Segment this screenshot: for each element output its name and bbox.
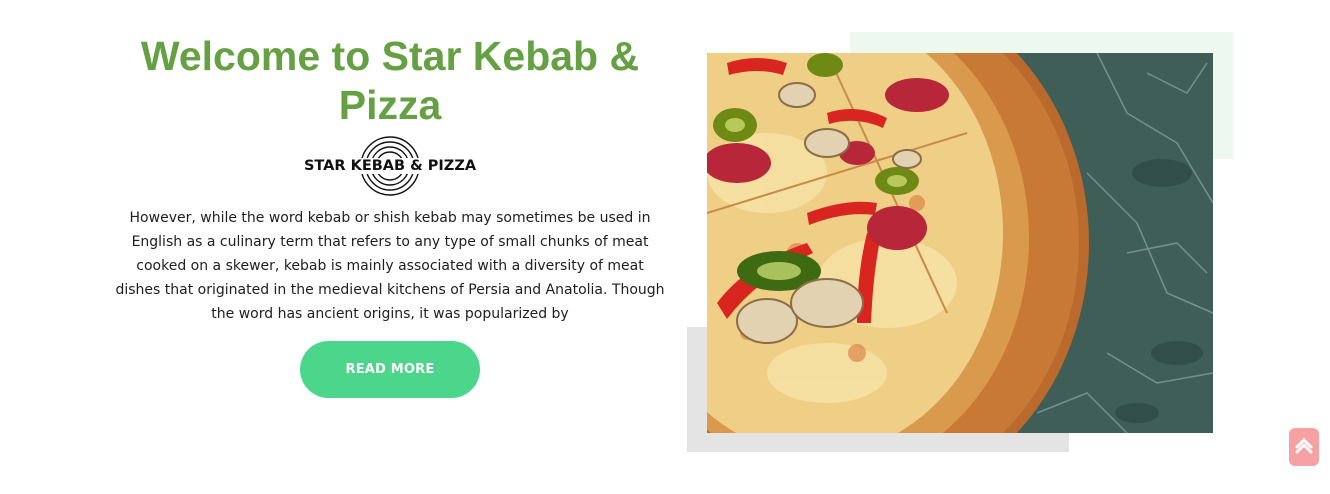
brand-logo: STAR KEBAB & PIZZA (300, 134, 480, 198)
about-description: However, while the word kebab or shish k… (115, 210, 665, 322)
read-more-button[interactable]: READ MORE (300, 341, 480, 398)
scroll-to-top-button[interactable] (1289, 428, 1319, 466)
logo-text: STAR KEBAB & PIZZA (301, 158, 479, 174)
pizza-image (707, 53, 1213, 433)
page-title: Welcome to Star Kebab & Pizza (140, 33, 640, 128)
chevron-up-icon (1295, 438, 1313, 454)
